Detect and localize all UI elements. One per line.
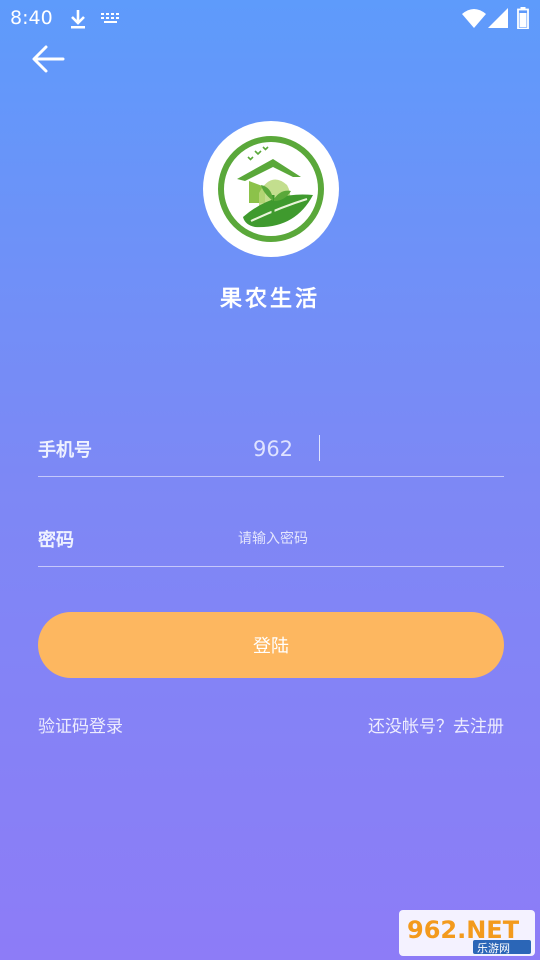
back-button[interactable] (28, 42, 68, 76)
login-button[interactable]: 登陆 (38, 612, 504, 678)
password-field: 密码 (38, 518, 504, 567)
password-input[interactable] (158, 522, 388, 556)
farm-leaf-logo (218, 136, 324, 242)
download-icon (71, 10, 85, 29)
app-logo (203, 121, 339, 257)
keyboard-icon (101, 13, 119, 23)
watermark-brand: 962.NET (407, 916, 520, 944)
status-time: 8:40 (10, 7, 53, 29)
password-label: 密码 (38, 530, 74, 551)
status-bar: 8:40 (0, 0, 540, 36)
phone-label: 手机号 (38, 440, 92, 461)
phone-input[interactable] (158, 432, 388, 466)
phone-field: 手机号 (38, 428, 504, 477)
register-link[interactable]: 还没帐号？去注册 (368, 712, 504, 737)
site-watermark: 962.NET 乐游网 (399, 910, 535, 956)
watermark-sub: 乐游网 (477, 942, 510, 955)
signal-icon (488, 8, 508, 28)
sms-login-link[interactable]: 验证码登录 (38, 712, 123, 737)
wifi-icon (462, 9, 486, 28)
battery-icon (517, 7, 529, 29)
app-name: 果农生活 (219, 287, 320, 312)
text-caret (319, 435, 320, 461)
arrow-left-icon (32, 45, 65, 73)
